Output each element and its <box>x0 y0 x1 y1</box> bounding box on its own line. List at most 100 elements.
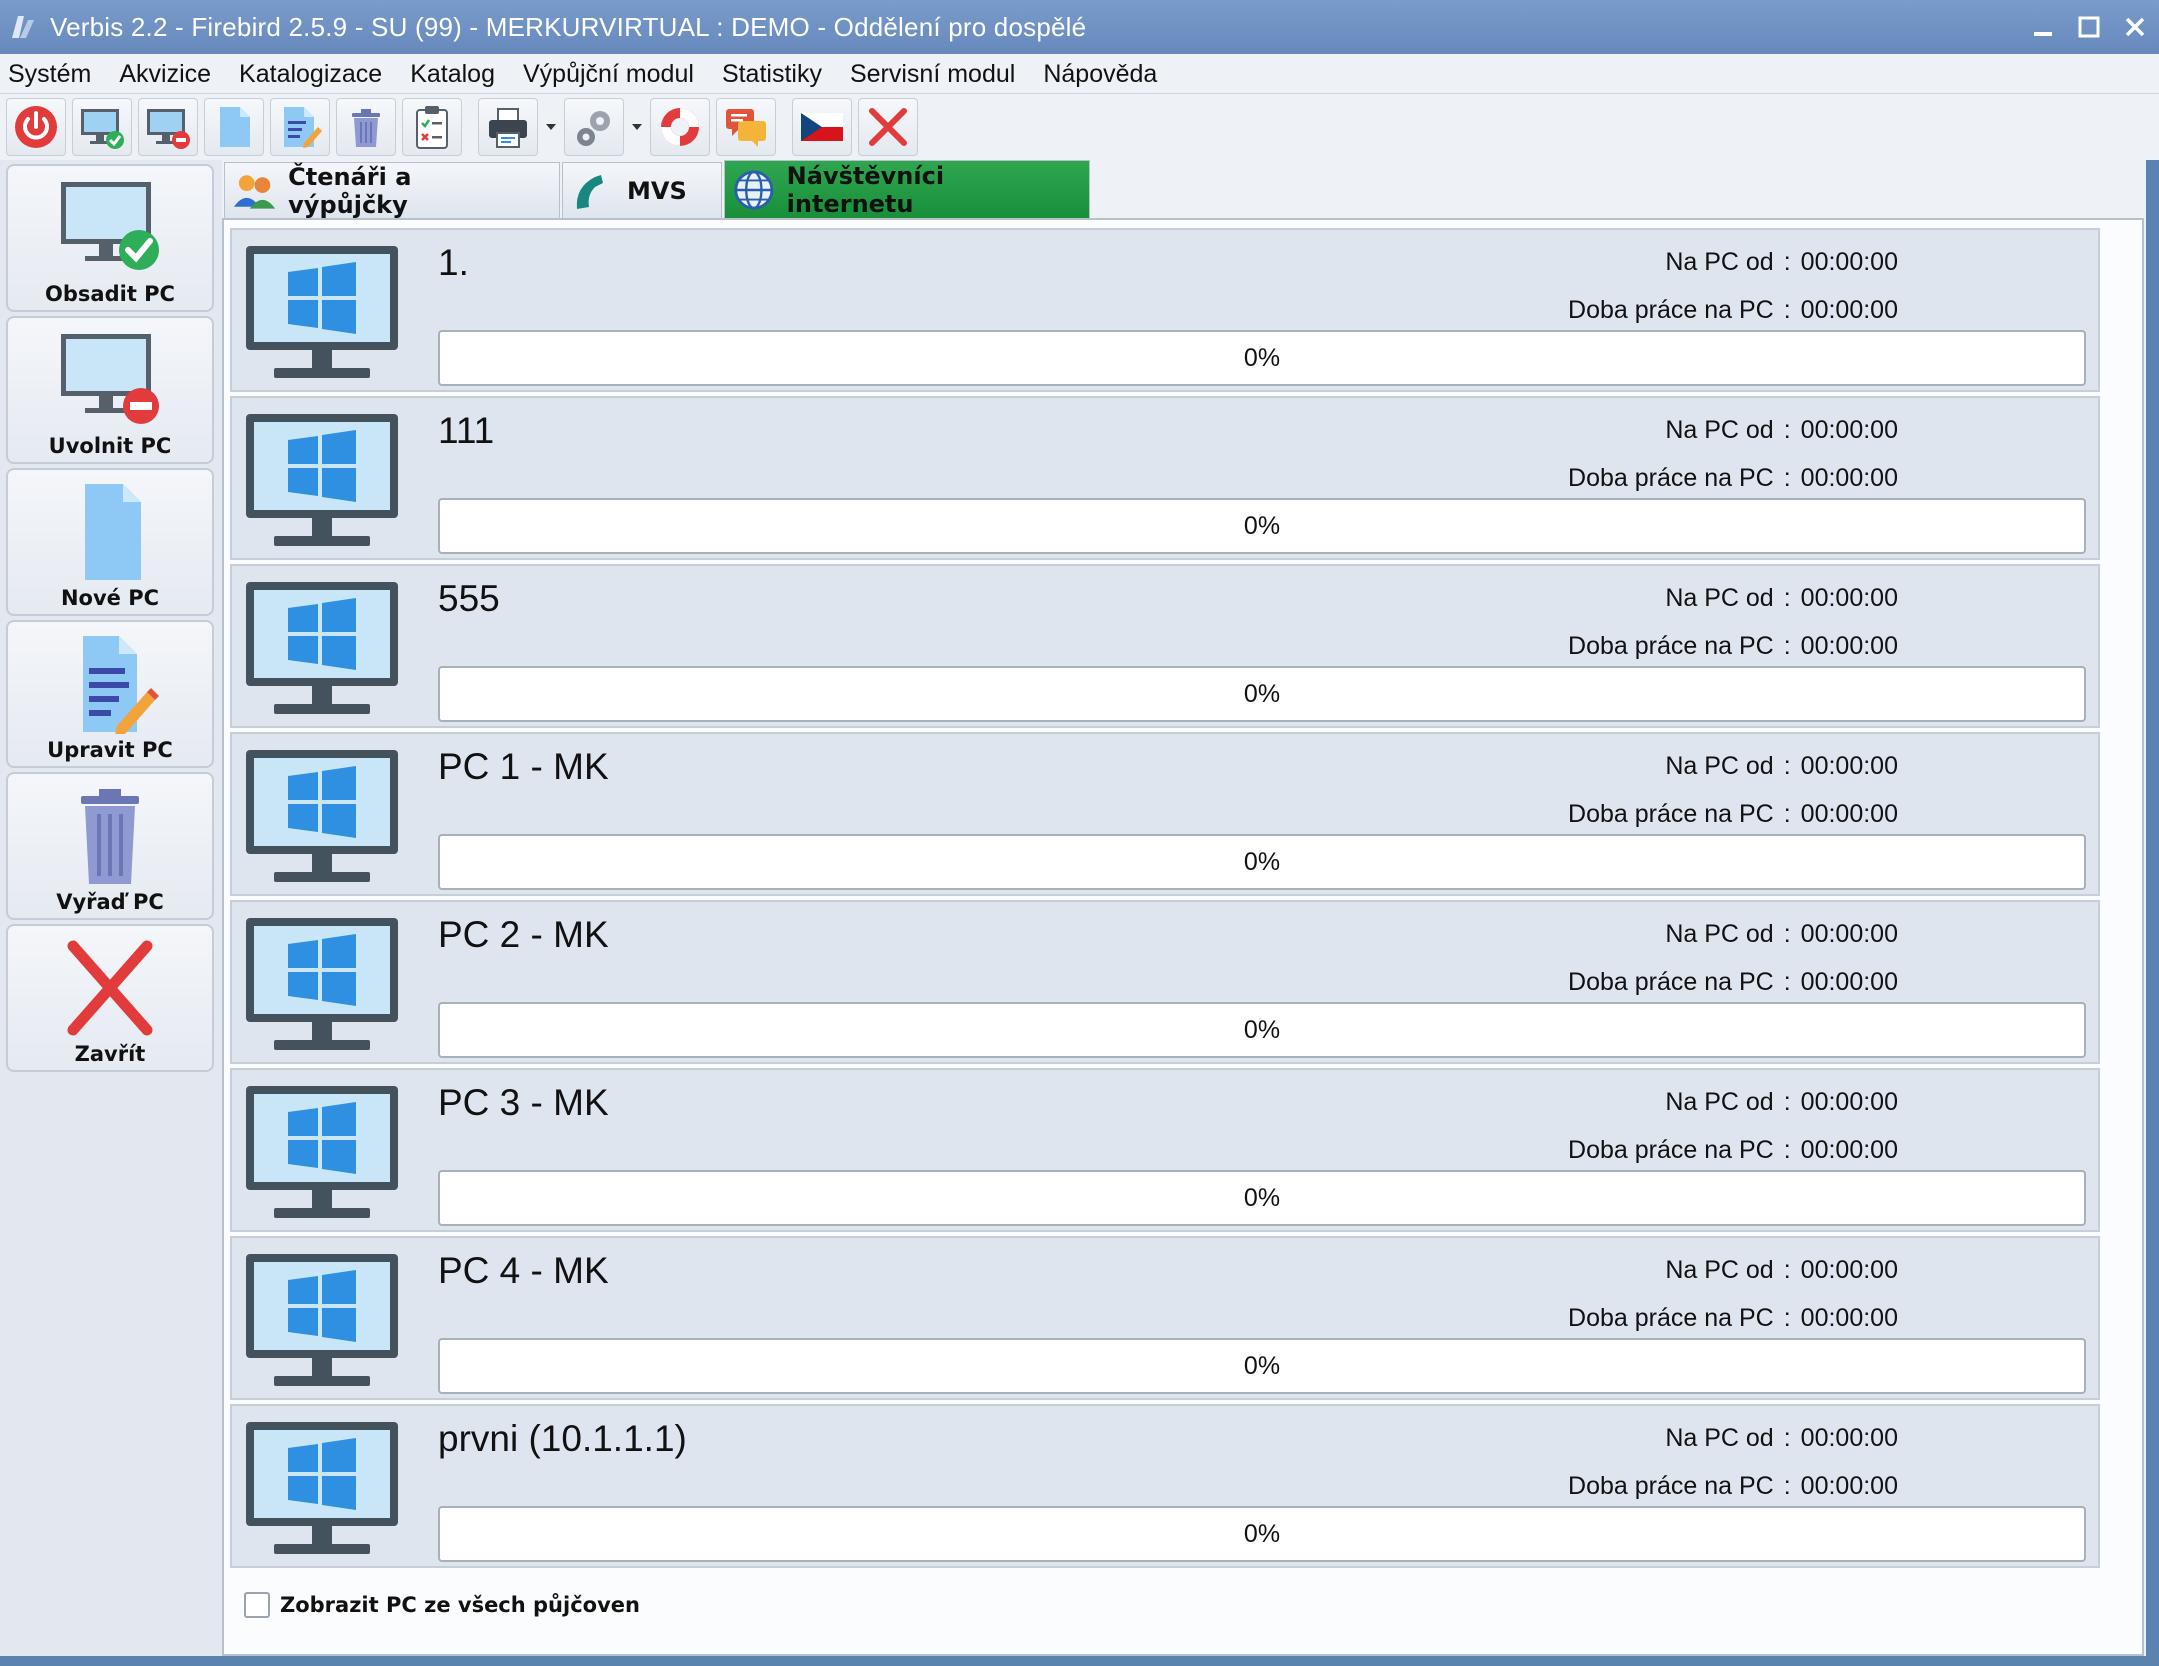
pc-row[interactable]: PC 4 - MK Na PC od:00:00:00 Doba práce n… <box>230 1236 2100 1400</box>
pc-since-line: Na PC od:00:00:00 <box>1665 248 1898 277</box>
pc-duration-separator: : <box>1783 1304 1791 1332</box>
pc-duration-label: Doba práce na PC <box>1568 1136 1774 1164</box>
toolbar <box>0 94 2159 160</box>
pc-duration-separator: : <box>1783 1472 1791 1500</box>
pc-since-value: 00:00:00 <box>1800 1256 1898 1284</box>
pc-since-label: Na PC od <box>1665 1088 1774 1116</box>
pc-since-line: Na PC od:00:00:00 <box>1665 1424 1898 1453</box>
occupy-pc-button[interactable]: Obsadit PC <box>6 164 214 312</box>
pc-since-separator: : <box>1783 1424 1791 1452</box>
pc-since-separator: : <box>1783 416 1791 444</box>
pc-row[interactable]: 1. Na PC od:00:00:00 Doba práce na PC:00… <box>230 228 2100 392</box>
pc-since-line: Na PC od:00:00:00 <box>1665 920 1898 949</box>
tab-internet-visitors[interactable]: Návštěvníci internetu <box>724 160 1090 218</box>
help-button[interactable] <box>650 98 710 156</box>
pc-since-line: Na PC od:00:00:00 <box>1665 1088 1898 1117</box>
menu-katalog[interactable]: Katalog <box>396 54 509 94</box>
remove-pc-button[interactable]: Vyřaď PC <box>6 772 214 920</box>
pc-duration-separator: : <box>1783 1136 1791 1164</box>
maximize-button[interactable] <box>2067 5 2111 49</box>
menu-napoveda[interactable]: Nápověda <box>1029 54 1171 94</box>
chevron-down-icon <box>546 124 556 130</box>
pc-duration-value: 00:00:00 <box>1800 1472 1898 1500</box>
pc-duration-separator: : <box>1783 800 1791 828</box>
close-red-x-icon <box>67 940 153 1036</box>
pc-duration-line: Doba práce na PC:00:00:00 <box>1568 632 1898 661</box>
title-bar: Verbis 2.2 - Firebird 2.5.9 - SU (99) - … <box>0 0 2159 54</box>
pc-row[interactable]: 111 Na PC od:00:00:00 Doba práce na PC:0… <box>230 396 2100 560</box>
checklist-toolbar-button[interactable] <box>402 98 462 156</box>
new-pc-button[interactable]: Nové PC <box>6 468 214 616</box>
new-document-icon <box>220 107 250 147</box>
windows-monitor-icon <box>246 918 398 1050</box>
pc-since-separator: : <box>1783 752 1791 780</box>
menu-servisni-modul[interactable]: Servisní modul <box>836 54 1029 94</box>
new-pc-toolbar-button[interactable] <box>204 98 264 156</box>
occupy-pc-toolbar-button[interactable] <box>72 98 132 156</box>
app-icon <box>12 16 34 38</box>
printer-icon <box>489 108 527 148</box>
pc-progress-text: 0% <box>1243 1351 1281 1380</box>
readers-icon <box>233 174 276 209</box>
menu-system[interactable]: Systém <box>0 54 105 94</box>
settings-button[interactable] <box>564 98 624 156</box>
pc-row[interactable]: 555 Na PC od:00:00:00 Doba práce na PC:0… <box>230 564 2100 728</box>
pc-since-label: Na PC od <box>1665 920 1774 948</box>
edit-pc-toolbar-button[interactable] <box>270 98 330 156</box>
pc-progress-bar: 0% <box>438 1338 2086 1394</box>
pc-progress-bar: 0% <box>438 834 2086 890</box>
pc-duration-value: 00:00:00 <box>1800 296 1898 324</box>
pc-duration-value: 00:00:00 <box>1800 1136 1898 1164</box>
pc-duration-line: Doba práce na PC:00:00:00 <box>1568 1304 1898 1333</box>
menu-vypujcni-modul[interactable]: Výpůjční modul <box>509 54 708 94</box>
minimize-button[interactable] <box>2021 5 2065 49</box>
pc-duration-line: Doba práce na PC:00:00:00 <box>1568 464 1898 493</box>
edit-pc-label: Upravit PC <box>47 738 173 762</box>
pc-row[interactable]: prvni (10.1.1.1) Na PC od:00:00:00 Doba … <box>230 1404 2100 1568</box>
globe-icon <box>734 169 774 210</box>
monitor-remove-icon <box>147 109 190 149</box>
messages-button[interactable] <box>716 98 776 156</box>
close-module-toolbar-button[interactable] <box>858 98 918 156</box>
release-pc-toolbar-button[interactable] <box>138 98 198 156</box>
settings-dropdown[interactable] <box>630 98 644 156</box>
pc-progress-text: 0% <box>1243 343 1281 372</box>
power-icon <box>15 106 57 148</box>
pc-row[interactable]: PC 3 - MK Na PC od:00:00:00 Doba práce n… <box>230 1068 2100 1232</box>
show-all-branches-option[interactable]: Zobrazit PC ze všech půjčoven <box>244 1592 640 1618</box>
edit-document-icon <box>284 107 322 148</box>
pc-progress-text: 0% <box>1243 1519 1281 1548</box>
tab-mvs[interactable]: MVS <box>562 162 722 218</box>
menu-statistiky[interactable]: Statistiky <box>708 54 836 94</box>
pc-since-line: Na PC od:00:00:00 <box>1665 1256 1898 1285</box>
pc-duration-separator: : <box>1783 632 1791 660</box>
release-pc-button[interactable]: Uvolnit PC <box>6 316 214 464</box>
tab-readers-loans[interactable]: Čtenáři a výpůjčky <box>224 162 560 219</box>
show-all-branches-checkbox[interactable] <box>244 1592 270 1618</box>
delete-pc-toolbar-button[interactable] <box>336 98 396 156</box>
close-icon <box>2125 17 2145 37</box>
menu-katalogizace[interactable]: Katalogizace <box>225 54 396 94</box>
edit-pc-button[interactable]: Upravit PC <box>6 620 214 768</box>
pc-since-value: 00:00:00 <box>1800 416 1898 444</box>
print-button[interactable] <box>478 98 538 156</box>
tab-readers-loans-label: Čtenáři a výpůjčky <box>288 162 412 219</box>
pc-row[interactable]: PC 1 - MK Na PC od:00:00:00 Doba práce n… <box>230 732 2100 896</box>
print-dropdown[interactable] <box>544 98 558 156</box>
pc-duration-label: Doba práce na PC <box>1568 1472 1774 1500</box>
close-button[interactable]: Zavřít <box>6 924 214 1072</box>
windows-monitor-icon <box>246 750 398 882</box>
show-all-branches-label: Zobrazit PC ze všech půjčoven <box>280 1593 640 1617</box>
language-button[interactable] <box>792 98 852 156</box>
menu-akvizice[interactable]: Akvizice <box>105 54 225 94</box>
main-area: Čtenáři a výpůjčky MVS Návštěvníci inter… <box>222 160 2146 1656</box>
power-button[interactable] <box>6 98 66 156</box>
pc-since-label: Na PC od <box>1665 416 1774 444</box>
pc-progress-text: 0% <box>1243 1183 1281 1212</box>
trash-icon <box>352 109 380 147</box>
pc-progress-bar: 0% <box>438 330 2086 386</box>
pc-row[interactable]: PC 2 - MK Na PC od:00:00:00 Doba práce n… <box>230 900 2100 1064</box>
pc-since-separator: : <box>1783 248 1791 276</box>
close-window-button[interactable] <box>2113 5 2157 49</box>
pc-since-line: Na PC od:00:00:00 <box>1665 416 1898 445</box>
